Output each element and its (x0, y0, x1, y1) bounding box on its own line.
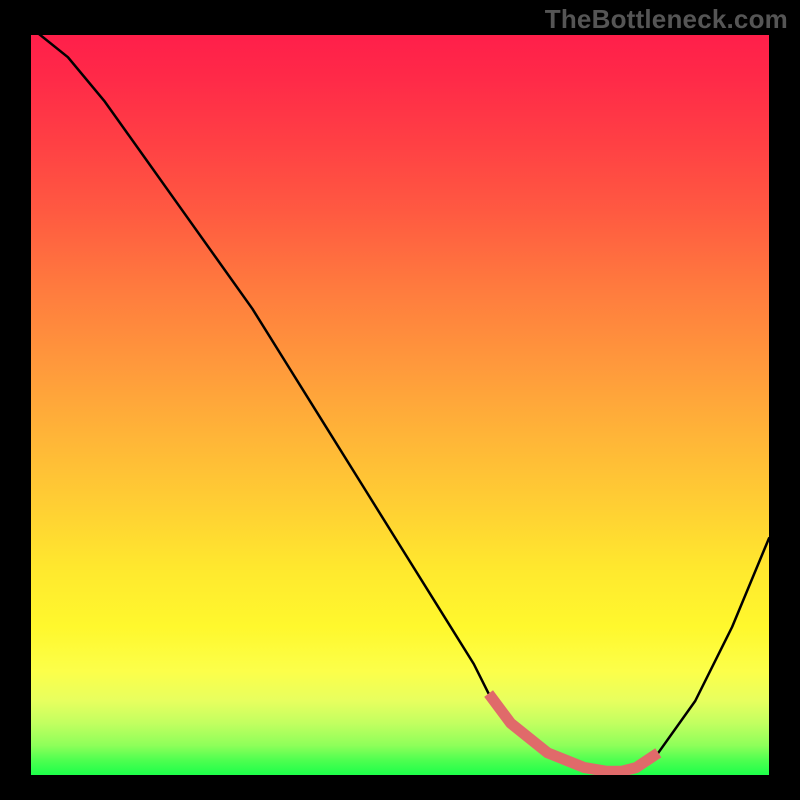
curve-layer (31, 35, 769, 775)
plot-area (28, 32, 772, 778)
chart-container: TheBottleneck.com (0, 0, 800, 800)
optimal-region-highlight (489, 694, 659, 772)
watermark-text: TheBottleneck.com (545, 4, 788, 35)
bottleneck-curve (31, 35, 769, 771)
